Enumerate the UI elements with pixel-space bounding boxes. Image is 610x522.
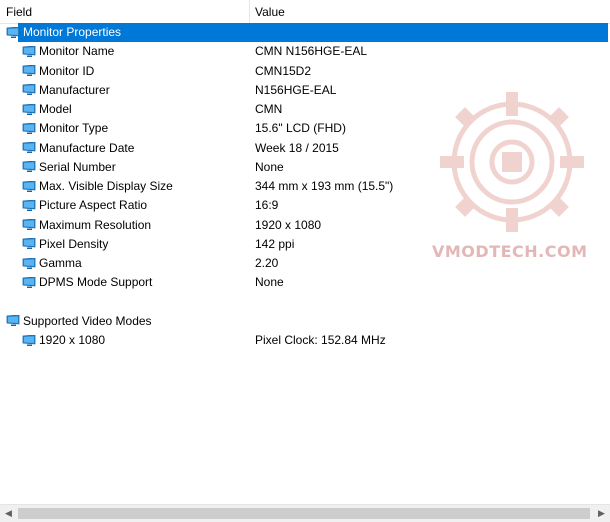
value-label: None — [255, 159, 284, 174]
field-cell: Maximum Resolution — [22, 216, 151, 235]
value-label: Pixel Clock: 152.84 MHz — [255, 333, 386, 347]
field-label: Maximum Resolution — [39, 217, 152, 232]
field-cell: Monitor ID — [22, 62, 94, 81]
monitor-icon — [22, 238, 36, 250]
field-cell: Manufacturer — [22, 81, 110, 100]
table-row[interactable]: Manufacturer N156HGE-EAL — [0, 81, 610, 100]
field-cell: Monitor Type — [22, 119, 108, 138]
field-cell: Picture Aspect Ratio — [22, 196, 147, 215]
scroll-left-arrow-icon[interactable]: ◀ — [0, 505, 17, 522]
value-label: 2.20 — [255, 256, 279, 270]
monitor-icon — [22, 180, 36, 193]
monitor-icon — [22, 199, 36, 212]
field-label: Monitor ID — [39, 63, 95, 78]
table-row[interactable]: 1920 x 1080 Pixel Clock: 152.84 MHz — [0, 331, 610, 350]
field-label: Serial Number — [39, 159, 116, 174]
field-cell: Max. Visible Display Size — [22, 177, 173, 196]
field-cell: DPMS Mode Support — [22, 273, 152, 292]
table-row[interactable]: Max. Visible Display Size 344 mm x 193 m… — [0, 177, 610, 196]
monitor-icon — [22, 122, 36, 135]
table-row[interactable]: Monitor ID CMN15D2 — [0, 62, 610, 81]
column-header: Field Value — [0, 0, 610, 24]
field-label: Gamma — [39, 256, 82, 270]
table-row[interactable]: Model CMN — [0, 100, 610, 119]
table-row[interactable]: Serial Number None — [0, 158, 610, 177]
monitor-icon — [22, 84, 36, 96]
monitor-icon — [22, 45, 36, 58]
value-label: Week 18 / 2015 — [255, 140, 339, 155]
table-row[interactable]: DPMS Mode Support None — [0, 273, 610, 292]
monitor-icon — [6, 315, 20, 327]
group-label: Supported Video Modes — [23, 313, 152, 328]
monitor-icon — [22, 161, 36, 173]
group-cell: Supported Video Modes — [6, 312, 152, 331]
field-label: Picture Aspect Ratio — [39, 198, 148, 213]
field-label: Pixel Density — [39, 236, 109, 251]
value-label: 16:9 — [255, 198, 279, 213]
field-label: Manufacture Date — [39, 140, 135, 155]
field-label: Monitor Name — [39, 44, 115, 59]
value-label: CMN15D2 — [255, 63, 312, 78]
field-label: Monitor Type — [39, 121, 109, 136]
group-row-supported-video-modes[interactable]: Supported Video Modes — [0, 312, 610, 331]
monitor-icon — [22, 219, 36, 231]
field-label: 1920 x 1080 — [39, 333, 106, 347]
group-row-monitor-properties[interactable]: Monitor Properties — [0, 23, 610, 42]
monitor-icon — [22, 334, 36, 347]
monitor-icon — [22, 103, 36, 116]
table-row[interactable]: Maximum Resolution 1920 x 1080 — [0, 216, 610, 235]
table-row[interactable]: Picture Aspect Ratio 16:9 — [0, 196, 610, 215]
scrollbar-thumb[interactable] — [18, 508, 590, 519]
scroll-right-arrow-icon[interactable]: ▶ — [593, 505, 610, 522]
monitor-icon — [22, 142, 36, 154]
group-cell: Monitor Properties — [6, 23, 608, 42]
value-column-header[interactable]: Value — [255, 0, 285, 23]
table-row[interactable]: Monitor Name CMN N156HGE-EAL — [0, 42, 610, 61]
field-cell: Monitor Name — [22, 42, 114, 61]
field-cell: Manufacture Date — [22, 139, 134, 158]
value-label: 1920 x 1080 — [255, 217, 322, 232]
field-column-header[interactable]: Field — [6, 0, 32, 23]
value-label: 15.6" LCD (FHD) — [255, 121, 346, 136]
column-separator[interactable] — [249, 0, 250, 23]
monitor-icon — [22, 276, 36, 289]
value-label: 344 mm x 193 mm (15.5") — [255, 179, 394, 193]
field-cell: Gamma — [22, 254, 82, 273]
monitor-icon — [22, 65, 36, 77]
watermark-text: VMODTECH.COM — [432, 242, 588, 261]
value-label: CMN — [255, 102, 283, 116]
group-label: Monitor Properties — [23, 25, 122, 39]
value-label: N156HGE-EAL — [255, 82, 337, 97]
property-list: Monitor Properties Monitor Name CMN N156… — [0, 23, 610, 350]
field-label: Max. Visible Display Size — [39, 179, 173, 193]
monitor-properties-window: Field Value Monitor Properties Monitor N… — [0, 0, 610, 522]
field-cell: 1920 x 1080 — [22, 331, 105, 350]
table-row[interactable]: Manufacture Date Week 18 / 2015 — [0, 139, 610, 158]
field-cell: Serial Number — [22, 158, 116, 177]
horizontal-scrollbar[interactable]: ◀ ▶ — [0, 504, 610, 522]
field-label: Manufacturer — [39, 82, 110, 97]
value-label: 142 ppi — [255, 236, 295, 251]
table-row[interactable]: Monitor Type 15.6" LCD (FHD) — [0, 119, 610, 138]
field-cell: Pixel Density — [22, 235, 108, 254]
value-label: CMN N156HGE-EAL — [255, 44, 368, 59]
value-label: None — [255, 275, 284, 290]
monitor-icon — [6, 26, 20, 39]
field-label: Model — [39, 102, 72, 116]
field-label: DPMS Mode Support — [39, 275, 153, 290]
monitor-icon — [22, 257, 36, 270]
field-cell: Model — [22, 100, 72, 119]
